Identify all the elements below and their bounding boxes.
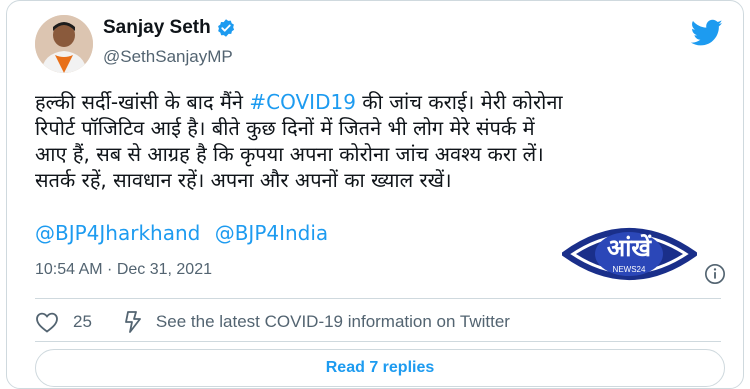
- divider: [35, 298, 721, 299]
- tweet-line-1: हल्की सर्दी-खांसी के बाद मैंने #COVID19 …: [35, 89, 735, 115]
- tweet-line-4: सतर्क रहें, सावधान रहें। अपना और अपनों क…: [35, 168, 452, 192]
- divider: [35, 341, 721, 342]
- mentions: @BJP4Jharkhand @BJP4India: [35, 221, 336, 245]
- tweet-text-segment: की जांच कराई। मेरी कोरोना: [355, 90, 563, 114]
- tweet-card: Sanjay Seth @SethSanjayMP हल्की सर्दी-खा…: [6, 0, 744, 389]
- watermark-logo: आंखें NEWS24: [559, 214, 700, 294]
- name-row: Sanjay Seth: [103, 17, 236, 39]
- read-replies-button[interactable]: Read 7 replies: [35, 349, 725, 387]
- tweet-line-2: रिपोर्ट पॉजिटिव आई है। बीते कुछ दिनों मे…: [35, 116, 535, 140]
- mention-link[interactable]: @BJP4Jharkhand: [35, 221, 200, 245]
- hashtag-link[interactable]: #COVID19: [249, 90, 356, 114]
- user-avatar[interactable]: [35, 15, 93, 73]
- watermark-title: आंखें: [607, 234, 653, 262]
- tweet-text-segment: हल्की सर्दी-खांसी के बाद मैंने: [35, 90, 250, 114]
- info-icon[interactable]: [704, 263, 726, 285]
- heart-icon[interactable]: [35, 311, 59, 333]
- twitter-bird-icon[interactable]: [691, 19, 723, 47]
- tweet-line-3: आए हैं, सब से आग्रह है कि कृपया अपना कोर…: [35, 142, 544, 166]
- mention-link[interactable]: @BJP4India: [215, 221, 329, 245]
- covid-info-link[interactable]: See the latest COVID-19 information on T…: [156, 312, 510, 332]
- tweet-text: हल्की सर्दी-खांसी के बाद मैंने #COVID19 …: [35, 89, 735, 193]
- tweet-timestamp[interactable]: 10:54 AM · Dec 31, 2021: [35, 261, 212, 279]
- action-bar: 25 See the latest COVID-19 information o…: [35, 309, 510, 335]
- verified-badge-icon: [217, 19, 234, 37]
- lightning-icon[interactable]: [122, 310, 144, 334]
- like-count[interactable]: 25: [73, 312, 92, 332]
- display-name[interactable]: Sanjay Seth: [103, 17, 211, 39]
- user-handle[interactable]: @SethSanjayMP: [103, 47, 233, 67]
- watermark-subtitle: NEWS24: [613, 265, 646, 274]
